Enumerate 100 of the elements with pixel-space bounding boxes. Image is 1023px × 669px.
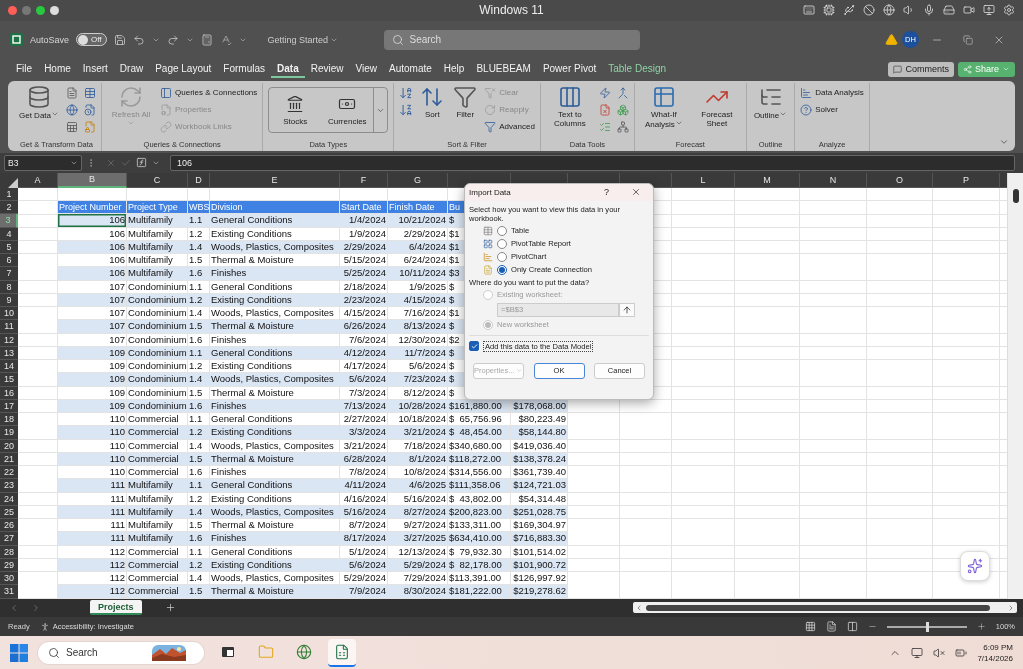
name-box[interactable]: B3 — [4, 154, 82, 171]
comments-button[interactable]: Comments — [888, 62, 954, 77]
row-header[interactable]: 30 — [0, 572, 18, 586]
file-icon-button[interactable] — [66, 85, 78, 101]
screen-share-icon[interactable] — [983, 4, 995, 17]
ribbon-button[interactable]: Advanced — [484, 119, 535, 135]
page-layout-icon[interactable] — [825, 621, 837, 633]
ribbon-button[interactable]: Queries & Connections — [160, 85, 258, 101]
ribbon-button[interactable]: Get Data — [17, 85, 61, 121]
undo-icon[interactable] — [132, 33, 145, 46]
data-type-button[interactable]: Currencies — [321, 88, 374, 133]
ribbon-button[interactable]: Text to Columns — [545, 85, 594, 129]
sheet-icon-button[interactable] — [66, 119, 78, 135]
settings-icon[interactable] — [1003, 4, 1015, 17]
ribbon-tab[interactable]: Home — [38, 60, 77, 79]
vertical-scrollbar[interactable] — [1007, 172, 1023, 599]
speaker-icon[interactable] — [903, 4, 915, 17]
calculator-icon[interactable] — [200, 33, 213, 46]
monitor-icon[interactable] — [911, 646, 924, 659]
camera-icon[interactable] — [963, 4, 975, 17]
data-type-button[interactable]: Stocks — [269, 88, 322, 133]
row-header[interactable]: 27 — [0, 532, 18, 546]
function-icon[interactable] — [136, 157, 147, 169]
ribbon-button[interactable]: What-If Analysis — [639, 85, 688, 130]
checkbox[interactable] — [469, 341, 479, 352]
flash-fill-icon-button[interactable] — [598, 85, 611, 101]
close-button[interactable] — [8, 5, 17, 15]
ribbon-tab[interactable]: View — [349, 60, 383, 79]
assistant-button[interactable] — [960, 550, 990, 581]
row-header[interactable]: 31 — [0, 585, 18, 599]
range-picker-button[interactable] — [619, 302, 635, 317]
redo-icon[interactable] — [166, 33, 179, 46]
document-name-button[interactable]: Getting Started — [267, 34, 339, 45]
keyboard-icon[interactable] — [803, 4, 815, 17]
ribbon-tab[interactable]: Formulas — [217, 60, 272, 79]
ribbon-button[interactable]: Filter — [451, 85, 480, 120]
mute-icon[interactable] — [933, 646, 946, 659]
row-header[interactable]: 23 — [0, 479, 18, 493]
minimize-button[interactable] — [22, 5, 31, 15]
start-button[interactable] — [10, 643, 28, 662]
blocked-icon[interactable] — [863, 4, 875, 17]
ribbon-tab[interactable]: Review — [304, 60, 350, 79]
row-header[interactable]: 22 — [0, 466, 18, 480]
drive-icon[interactable] — [943, 4, 955, 17]
recent-file-icon-button[interactable] — [84, 102, 96, 118]
row-header[interactable]: 14 — [0, 360, 18, 374]
ribbon-tab[interactable]: Table Design — [602, 60, 673, 79]
ribbon-tab[interactable]: File — [10, 60, 39, 79]
ribbon-tab[interactable]: Draw — [113, 60, 150, 79]
ribbon-button[interactable]: Sort — [418, 85, 447, 120]
row-header[interactable]: 18 — [0, 413, 18, 427]
radio-button[interactable] — [497, 225, 507, 236]
ribbon-button[interactable]: Solver — [800, 102, 864, 118]
row-header[interactable]: 15 — [0, 373, 18, 387]
globe-icon[interactable] — [883, 4, 895, 17]
ribbon-tab[interactable]: Power Pivot — [536, 60, 603, 79]
row-header[interactable]: 19 — [0, 426, 18, 440]
sort-descending-button[interactable] — [399, 102, 414, 118]
zoom-button[interactable] — [36, 5, 45, 15]
row-header[interactable]: 11 — [0, 320, 18, 334]
row-header[interactable]: 6 — [0, 254, 18, 268]
save-icon[interactable] — [113, 33, 126, 46]
ribbon-tab[interactable]: Automate — [383, 60, 438, 79]
normal-view-icon[interactable] — [804, 621, 816, 633]
battery-icon[interactable] — [955, 646, 968, 659]
ribbon-button[interactable]: Forecast Sheet — [692, 85, 741, 129]
sort-ascending-button[interactable] — [399, 85, 414, 101]
web-icon-button[interactable] — [66, 102, 78, 118]
remove-duplicates-icon-button[interactable] — [598, 102, 611, 118]
help-button[interactable]: ? — [596, 187, 617, 198]
merge-icon-button[interactable] — [616, 85, 629, 101]
usb-icon[interactable] — [843, 4, 855, 17]
ribbon-tab[interactable]: Help — [437, 60, 471, 79]
taskbar-search[interactable]: Search — [38, 641, 204, 664]
row-header[interactable]: 7 — [0, 267, 18, 281]
window-button[interactable] — [50, 5, 59, 15]
autosave-toggle[interactable]: Off — [76, 33, 107, 47]
ribbon-tab[interactable]: Page Layout — [149, 60, 218, 79]
relationships-icon-button[interactable] — [616, 119, 629, 135]
formula-field[interactable]: 106 — [170, 154, 1015, 171]
row-header[interactable]: 26 — [0, 519, 18, 533]
row-header[interactable]: 3 — [0, 214, 18, 228]
horizontal-scrollbar[interactable] — [633, 602, 1017, 614]
warning-icon[interactable] — [885, 33, 898, 47]
row-header[interactable]: 2 — [0, 201, 18, 215]
radio-button[interactable] — [497, 264, 507, 275]
ribbon-tab[interactable]: Insert — [76, 60, 114, 79]
row-header[interactable]: 10 — [0, 307, 18, 321]
zoom-in-icon[interactable] — [976, 622, 986, 632]
radio-button[interactable] — [497, 238, 507, 249]
ribbon-tab[interactable]: Data — [271, 60, 305, 79]
page-break-icon[interactable] — [846, 621, 858, 633]
microphone-icon[interactable] — [923, 4, 935, 17]
sheet-tab[interactable]: Projects — [90, 600, 142, 616]
table-icon-button[interactable] — [84, 85, 96, 101]
ribbon-tab[interactable]: BLUEBEAM — [470, 60, 537, 79]
chip-icon[interactable] — [823, 4, 835, 17]
ribbon-button[interactable]: Outline — [751, 85, 790, 121]
consolidate-icon-button[interactable] — [616, 102, 629, 118]
ribbon-button[interactable]: Data Analysis — [800, 85, 864, 101]
